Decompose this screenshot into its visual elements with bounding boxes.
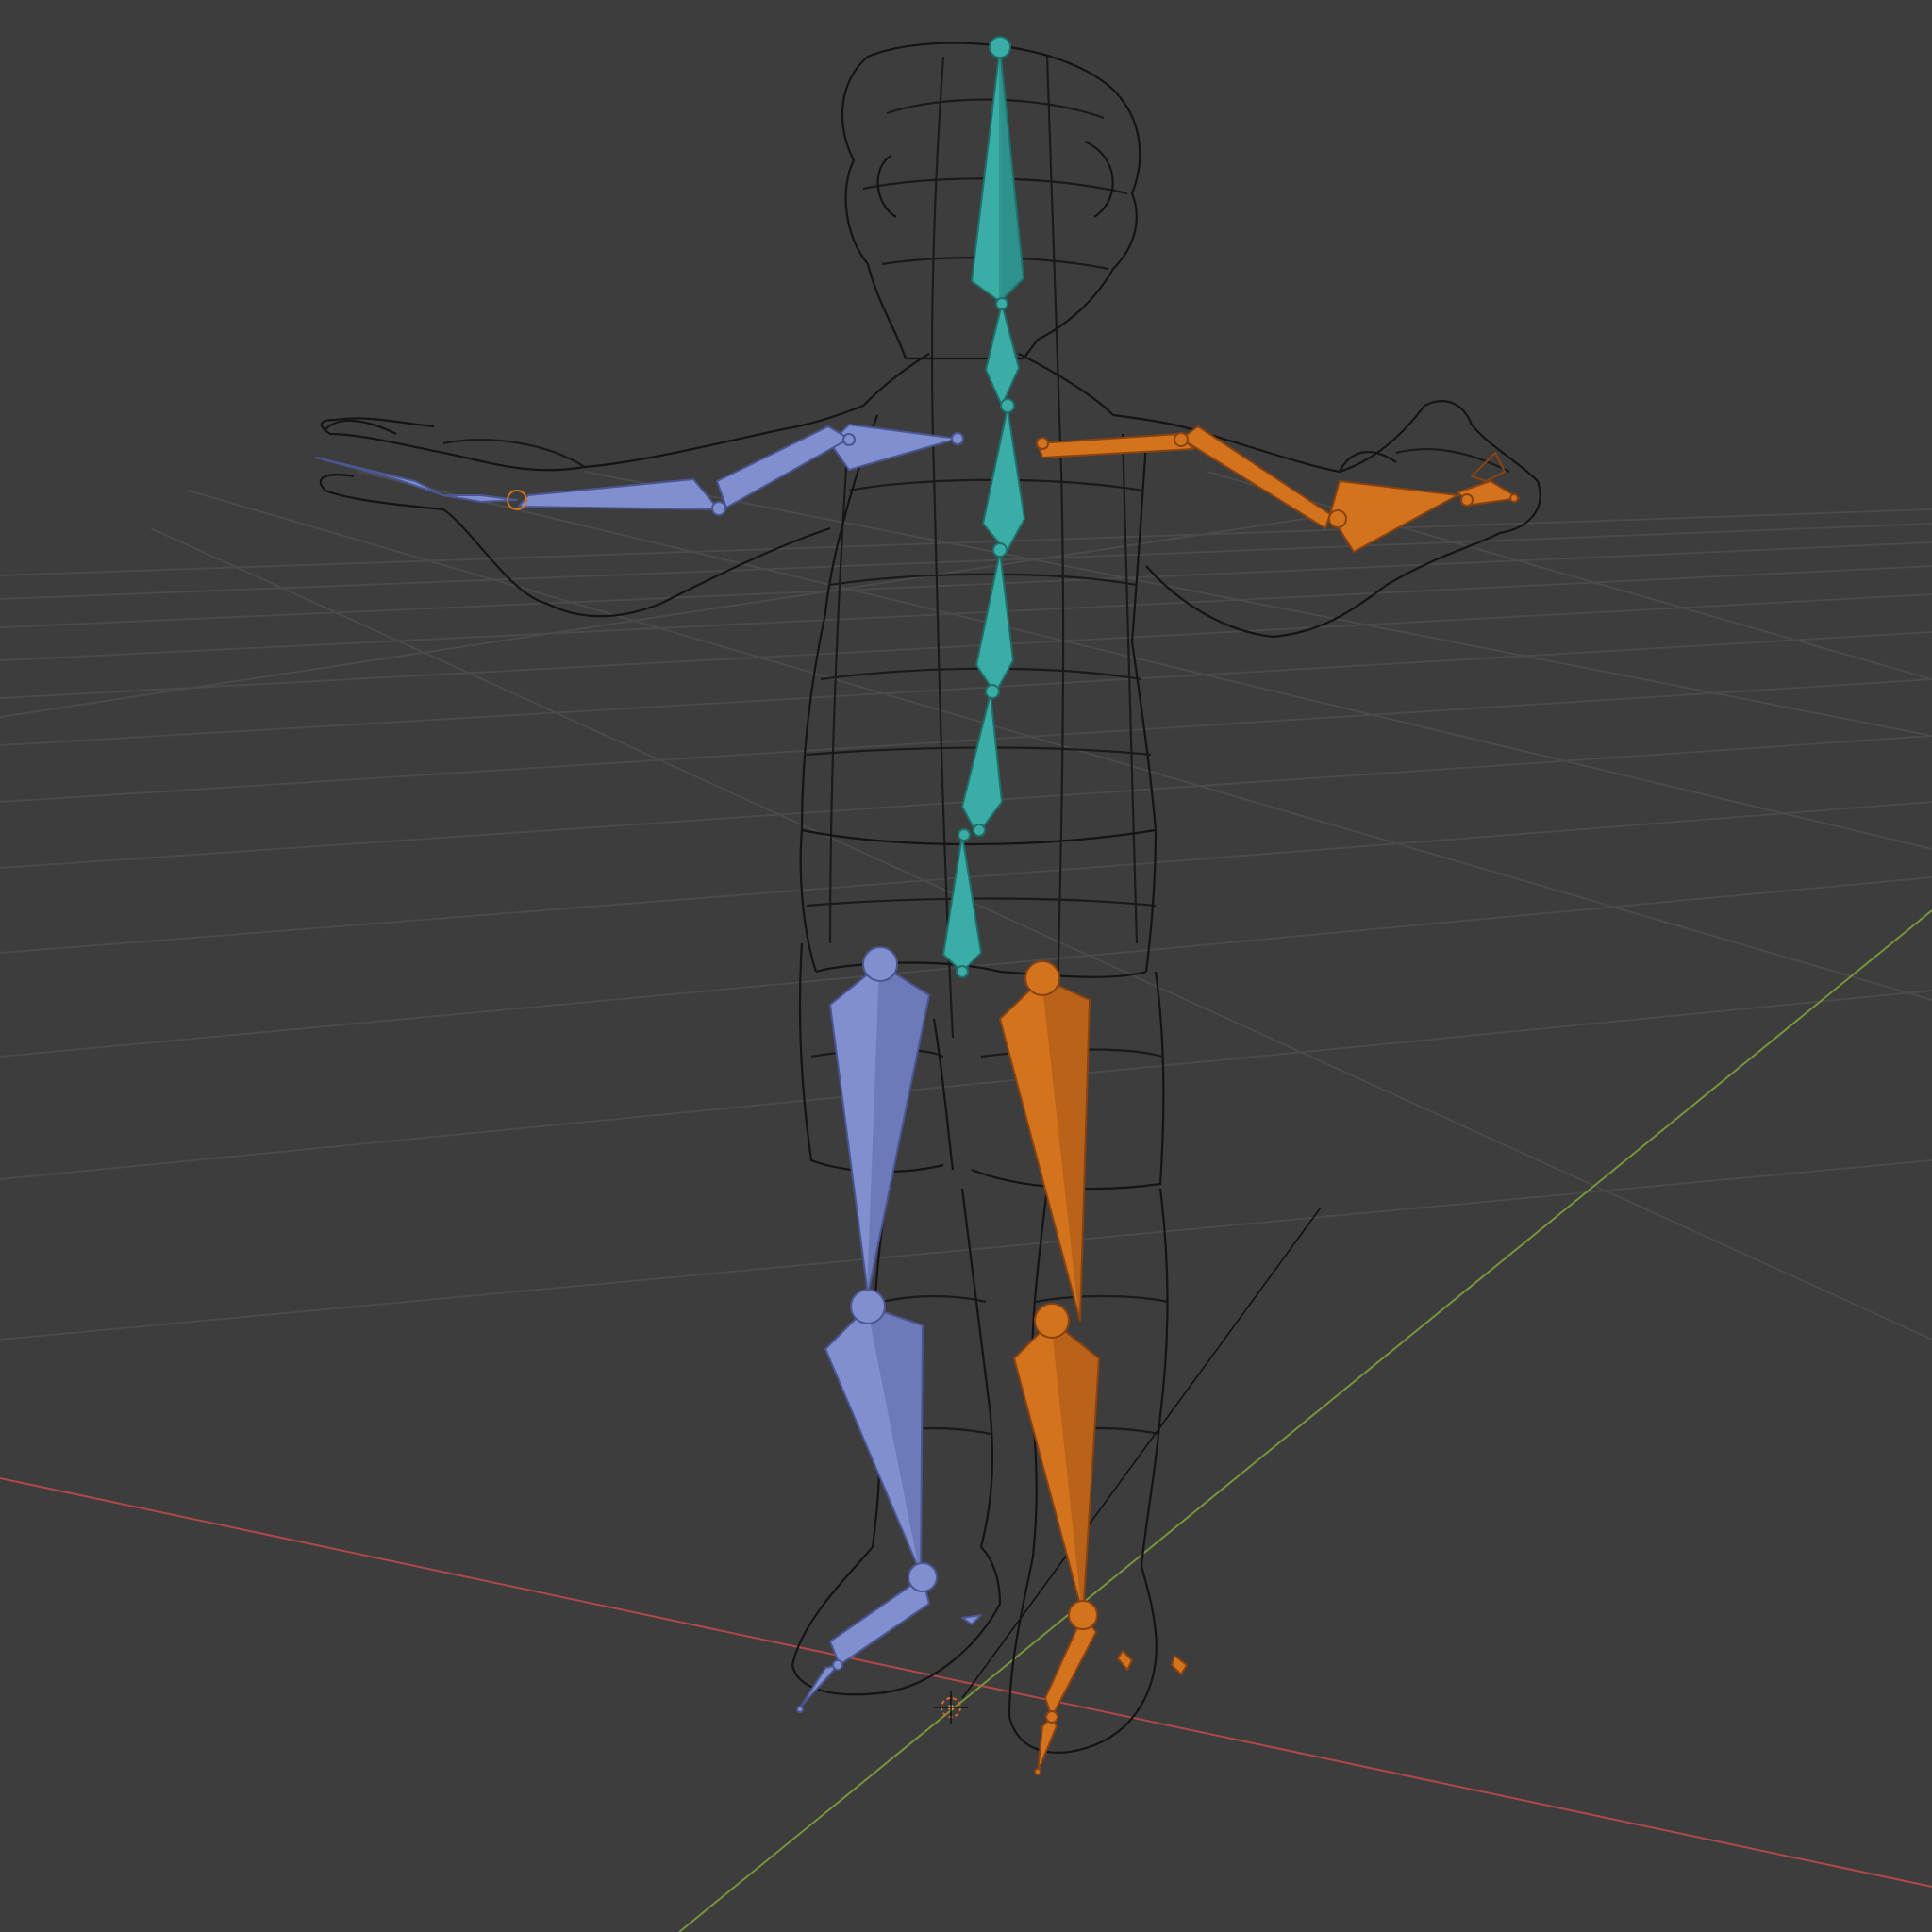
joint-head-top[interactable] xyxy=(989,36,1011,58)
bone-toe-r[interactable] xyxy=(799,1664,839,1708)
joint-toe-tip-r[interactable] xyxy=(796,1706,804,1713)
bone-spine-1[interactable] xyxy=(961,692,1003,836)
bone-heel-r[interactable] xyxy=(961,1614,982,1625)
joint-ankle-l[interactable] xyxy=(1068,1600,1098,1630)
joint-knee-l[interactable] xyxy=(1034,1303,1070,1339)
joint-spine-2[interactable] xyxy=(992,542,1008,558)
joint-finger-tip-l[interactable] xyxy=(1509,493,1519,503)
joint-ankle-r[interactable] xyxy=(908,1562,938,1592)
joint-elbow-r[interactable] xyxy=(711,501,726,516)
bone-forearm-l[interactable] xyxy=(1329,480,1458,553)
bone-foot-r[interactable] xyxy=(829,1576,930,1666)
joint-chest[interactable] xyxy=(1000,398,1015,413)
bone-shoulder-r[interactable] xyxy=(829,424,958,471)
bone-group-center[interactable] xyxy=(942,36,1025,978)
joint-spine-1[interactable] xyxy=(985,684,1000,699)
3d-viewport[interactable] xyxy=(0,0,1932,1932)
joint-hip-r[interactable] xyxy=(862,946,898,982)
bone-heel-l[interactable] xyxy=(1117,1650,1133,1671)
bone-heel-ik-l[interactable] xyxy=(1171,1655,1188,1675)
joint-neck[interactable] xyxy=(995,297,1008,310)
joint-upper-arm-l[interactable] xyxy=(1174,432,1189,447)
x-axis-line xyxy=(0,1477,1932,1888)
joint-pelvis[interactable] xyxy=(958,828,971,841)
joint-pelvis-b[interactable] xyxy=(973,824,986,837)
joint-shoulder-r[interactable] xyxy=(951,432,964,445)
joint-toe-tip-l[interactable] xyxy=(1034,1768,1041,1775)
joint-hip-l[interactable] xyxy=(1024,960,1060,996)
joint-hips-tail[interactable] xyxy=(956,965,969,978)
viewport-canvas[interactable] xyxy=(0,0,1932,1932)
bone-forearm-r[interactable] xyxy=(518,478,720,510)
bone-upper-arm-l[interactable] xyxy=(1180,425,1331,529)
bone-foot-l[interactable] xyxy=(1044,1614,1097,1718)
joint-ball-r[interactable] xyxy=(832,1659,843,1671)
joint-wrist-l[interactable] xyxy=(1460,493,1474,507)
joint-shoulder-l[interactable] xyxy=(1036,437,1049,450)
bone-toe-l[interactable] xyxy=(1037,1716,1058,1773)
joint-knee-r[interactable] xyxy=(850,1289,886,1324)
bone-neck[interactable] xyxy=(985,303,1020,407)
bone-hand-r[interactable] xyxy=(442,494,518,503)
joint-ball-l[interactable] xyxy=(1045,1710,1058,1724)
bone-spine-2[interactable] xyxy=(975,551,1014,694)
character-mesh-wireframe[interactable] xyxy=(319,42,1541,1754)
joint-upper-arm-r[interactable] xyxy=(842,433,856,446)
bone-group-left-side[interactable] xyxy=(999,425,1520,1775)
joint-elbow-l[interactable] xyxy=(1328,509,1347,528)
